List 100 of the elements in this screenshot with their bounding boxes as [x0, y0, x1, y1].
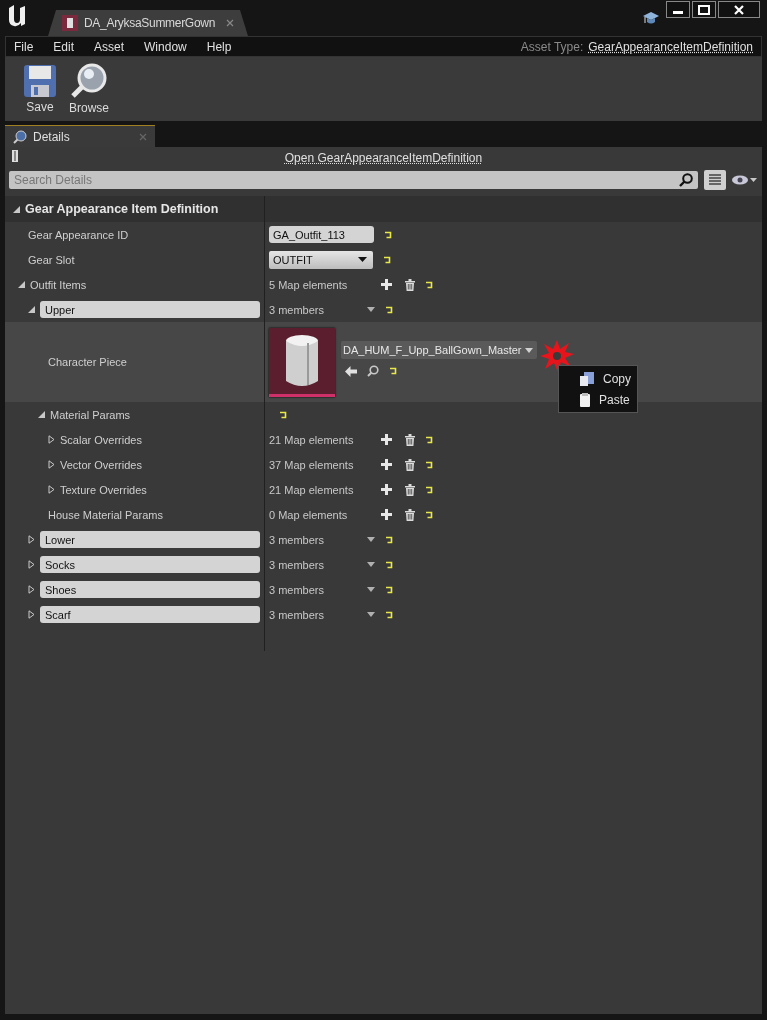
- trash-icon[interactable]: [405, 278, 415, 291]
- open-asset-link[interactable]: Open GearAppearanceItemDefinition: [284, 151, 483, 165]
- reset-icon[interactable]: [425, 460, 433, 469]
- reset-icon[interactable]: [385, 305, 393, 314]
- graduation-cap-icon[interactable]: [643, 11, 659, 25]
- expand-arrow-icon[interactable]: [28, 535, 35, 544]
- reset-icon[interactable]: [385, 610, 393, 619]
- collapse-arrow-icon[interactable]: [18, 281, 25, 288]
- asset-type-link[interactable]: GearAppearanceItemDefinition: [588, 39, 753, 54]
- member-count: 3 members: [269, 608, 326, 621]
- toolbar-button[interactable]: Browse: [65, 63, 113, 115]
- trash-icon[interactable]: [405, 458, 415, 471]
- caret-icon[interactable]: [367, 537, 375, 542]
- element-count: 5 Map elements: [269, 278, 349, 291]
- asset-dropdown[interactable]: DA_HUM_F_Upp_BallGown_Master: [341, 341, 537, 359]
- member-count: 3 members: [269, 303, 326, 316]
- caret-icon[interactable]: [367, 612, 375, 617]
- toolbar-button[interactable]: Save: [19, 64, 61, 114]
- search-icon: [679, 173, 693, 187]
- asset-thumbnail[interactable]: [269, 327, 335, 397]
- add-icon[interactable]: [381, 484, 392, 495]
- menu-item[interactable]: File: [14, 39, 34, 54]
- expand-arrow-icon[interactable]: [48, 435, 55, 444]
- caret-icon[interactable]: [367, 307, 375, 312]
- eye-icon[interactable]: [732, 175, 758, 185]
- expand-arrow-icon[interactable]: [28, 585, 35, 594]
- element-count: 21 Map elements: [269, 433, 355, 446]
- caret-icon[interactable]: [367, 562, 375, 567]
- reset-icon[interactable]: [383, 255, 391, 264]
- expand-arrow-icon[interactable]: [48, 485, 55, 494]
- asset-icon: [11, 150, 19, 162]
- list-icon: [708, 173, 722, 187]
- key-field[interactable]: Lower: [40, 531, 260, 548]
- close-button[interactable]: [718, 1, 760, 18]
- caret-icon: [524, 347, 533, 353]
- expand-arrow-icon[interactable]: [48, 460, 55, 469]
- magnifier-icon: [70, 63, 108, 99]
- collapse-arrow-icon[interactable]: [38, 411, 45, 418]
- property-label: Character Piece: [48, 356, 127, 368]
- property-label: Outfit Items: [30, 278, 87, 291]
- reset-icon[interactable]: [425, 280, 433, 289]
- key-field[interactable]: Socks: [40, 556, 260, 573]
- reset-icon[interactable]: [425, 510, 433, 519]
- reset-icon[interactable]: [385, 585, 393, 594]
- maximize-icon: [698, 4, 710, 15]
- reset-icon[interactable]: [385, 535, 393, 544]
- clipboard-icon: [579, 392, 591, 407]
- category-title: Gear Appearance Item Definition: [25, 202, 219, 216]
- dropdown[interactable]: OUTFIT: [269, 250, 373, 269]
- reset-icon[interactable]: [425, 435, 433, 444]
- menu-item[interactable]: Asset: [94, 39, 125, 54]
- add-icon[interactable]: [381, 509, 392, 520]
- property-label: Material Params: [50, 408, 131, 421]
- close-icon: [734, 4, 744, 15]
- key-field[interactable]: Shoes: [40, 581, 260, 598]
- property-label: House Material Params: [48, 508, 163, 521]
- add-icon[interactable]: [381, 459, 392, 470]
- collapse-arrow-icon[interactable]: [28, 306, 35, 313]
- menu-item[interactable]: Paste: [559, 389, 637, 410]
- minimize-button[interactable]: [666, 1, 690, 18]
- reset-icon[interactable]: [385, 560, 393, 569]
- add-icon[interactable]: [381, 434, 392, 445]
- text-field[interactable]: GA_Outfit_113: [269, 226, 374, 243]
- key-field[interactable]: Scarf: [40, 606, 260, 623]
- reset-icon[interactable]: [279, 410, 287, 419]
- property-label: Vector Overrides: [60, 458, 142, 471]
- trash-icon[interactable]: [405, 433, 415, 446]
- trash-icon[interactable]: [405, 483, 415, 496]
- asset-icon: [62, 15, 78, 31]
- menu-item[interactable]: Help: [206, 39, 232, 54]
- reset-icon[interactable]: [384, 230, 392, 239]
- close-icon[interactable]: [226, 19, 234, 27]
- add-icon[interactable]: [381, 279, 392, 290]
- details-tab[interactable]: Details: [5, 125, 155, 147]
- maximize-button[interactable]: [692, 1, 716, 18]
- element-count: 21 Map elements: [269, 483, 355, 496]
- arrow-left-icon[interactable]: [345, 365, 357, 377]
- menu-item[interactable]: Edit: [53, 39, 75, 54]
- copy-icon: [579, 371, 595, 386]
- property-label: Texture Overrides: [60, 483, 147, 496]
- trash-icon[interactable]: [405, 508, 415, 521]
- expand-arrow-icon[interactable]: [28, 560, 35, 569]
- view-options-button[interactable]: [704, 170, 726, 190]
- expand-arrow-icon[interactable]: [28, 610, 35, 619]
- menu-item[interactable]: Window: [144, 39, 187, 54]
- info-magnifier-icon: [13, 129, 27, 144]
- property-label: Gear Appearance ID: [28, 228, 129, 241]
- reset-icon[interactable]: [389, 367, 397, 375]
- minimize-icon: [673, 11, 683, 14]
- search-icon[interactable]: [367, 365, 379, 377]
- document-tab[interactable]: DA_AryksaSummerGown: [48, 10, 248, 36]
- member-count: 3 members: [269, 583, 326, 596]
- key-field[interactable]: Upper: [40, 301, 260, 318]
- collapse-arrow-icon[interactable]: [13, 205, 20, 213]
- menu-item[interactable]: Copy: [559, 368, 637, 389]
- element-count: 37 Map elements: [269, 458, 355, 471]
- search-field[interactable]: Search Details: [9, 171, 698, 189]
- reset-icon[interactable]: [425, 485, 433, 494]
- caret-icon[interactable]: [367, 587, 375, 592]
- property-label: Scalar Overrides: [60, 433, 142, 446]
